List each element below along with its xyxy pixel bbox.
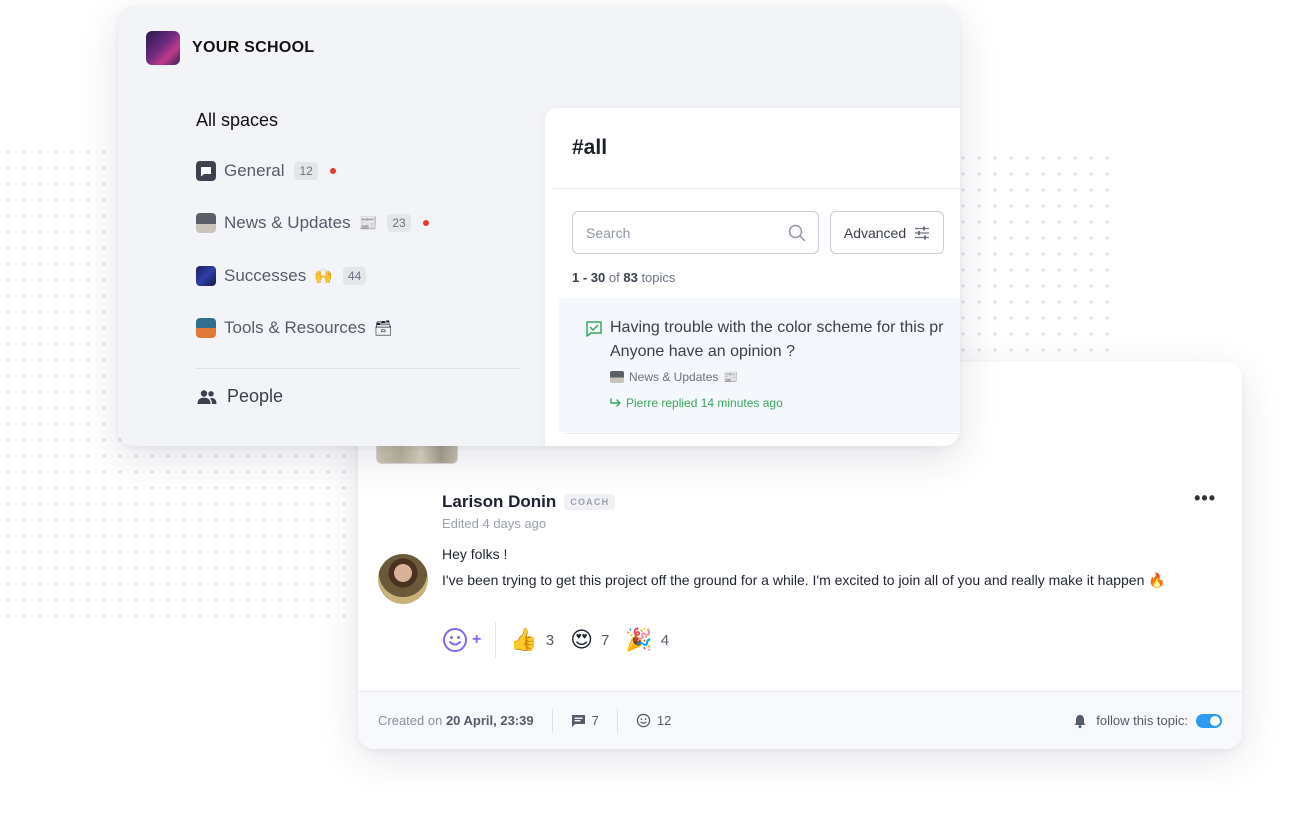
- range-of: of: [608, 270, 620, 285]
- book-icon: [196, 318, 216, 338]
- range-start: 1 - 30: [572, 270, 606, 285]
- bell-icon: [1074, 714, 1086, 728]
- sidebar-item-label: News & Updates: [224, 213, 351, 232]
- sidebar-item-label: Tools & Resources: [224, 318, 366, 337]
- role-badge: COACH: [564, 494, 616, 510]
- author-row: Larison Donin COACH: [442, 492, 616, 512]
- heart-eyes-emoji-icon: 😍: [570, 627, 594, 652]
- sidebar-item-label: People: [227, 386, 284, 406]
- avatar[interactable]: [378, 554, 428, 604]
- follow-topic: follow this topic:: [1072, 713, 1222, 729]
- sidebar-divider: [196, 368, 520, 369]
- author-name[interactable]: Larison Donin: [442, 492, 556, 512]
- reply-arrow-icon: [610, 398, 621, 407]
- comments-count: 7: [591, 713, 599, 728]
- community-window: YOUR SCHOOL All spaces General 12 News &…: [118, 6, 960, 446]
- plus-icon: +: [472, 631, 482, 648]
- topic-space-tag[interactable]: News & Updates 📰: [610, 370, 738, 384]
- topic-last-reply: Pierre replied 14 minutes ago: [610, 396, 783, 410]
- panel-divider: [553, 188, 960, 189]
- unread-indicator: [329, 168, 336, 174]
- search-icon: [788, 224, 806, 241]
- advanced-label: Advanced: [843, 224, 907, 241]
- edited-timestamp: Edited 4 days ago: [442, 516, 547, 531]
- smiley-icon: [443, 628, 467, 652]
- created-prefix: Created on: [378, 713, 443, 728]
- reaction-count: 4: [660, 631, 670, 649]
- reply-text: Pierre replied 14 minutes ago: [626, 396, 783, 410]
- sidebar-item-tools-resources[interactable]: Tools & Resources 🗃: [196, 318, 393, 338]
- follow-label: follow this topic:: [1096, 713, 1188, 728]
- party-popper-emoji-icon: 🎉: [625, 627, 653, 652]
- sidebar-item-label: Successes: [224, 266, 307, 285]
- reaction-party-popper[interactable]: 🎉 4: [625, 629, 669, 651]
- newspaper-emoji-icon: 📰: [358, 215, 378, 232]
- topic-title-line: Having trouble with the color scheme for…: [610, 319, 944, 336]
- reaction-thumbs-up[interactable]: 👍 3: [510, 629, 554, 651]
- space-count-badge: 12: [294, 162, 318, 180]
- topic-list-item[interactable]: Having trouble with the color scheme for…: [559, 298, 960, 432]
- topics-panel: #all Advanced 1 - 30: [545, 108, 960, 446]
- stage: Larison Donin COACH Edited 4 days ago ••…: [0, 0, 1309, 824]
- reactions-count-button[interactable]: 12: [636, 713, 671, 728]
- reaction-heart-eyes[interactable]: 😍 7: [570, 629, 609, 651]
- newspaper-emoji-icon: 📰: [723, 370, 739, 384]
- reactions-divider: [495, 622, 497, 658]
- thumbs-up-emoji-icon: 👍: [510, 627, 538, 652]
- topic-title[interactable]: Having trouble with the color scheme for…: [610, 316, 960, 364]
- sidebar-item-news-updates[interactable]: News & Updates 📰 23: [196, 213, 429, 233]
- range-total: 83: [623, 270, 638, 285]
- search-input[interactable]: [586, 224, 788, 241]
- card-box-emoji-icon: 🗃: [373, 320, 393, 337]
- chat-icon: [196, 161, 216, 181]
- post-greeting: Hey folks !: [442, 546, 508, 562]
- reaction-count: 7: [601, 631, 610, 649]
- check-chat-icon: [586, 321, 602, 337]
- all-spaces-link[interactable]: All spaces: [196, 110, 278, 131]
- post-body: I've been trying to get this project off…: [442, 572, 1166, 588]
- newspaper-icon: [610, 371, 624, 383]
- comment-icon: [571, 714, 585, 727]
- school-name[interactable]: YOUR SCHOOL: [192, 39, 314, 57]
- rocket-icon: [196, 266, 216, 286]
- unread-indicator: [422, 220, 429, 226]
- topic-title-line: Anyone have an opinion ?: [610, 343, 796, 360]
- range-suffix: topics: [641, 270, 676, 285]
- footer-divider: [616, 708, 618, 733]
- footer-divider: [551, 708, 553, 733]
- reactions-bar: + 👍 3 😍 7 🎉 4: [442, 622, 685, 658]
- reactions-count: 12: [656, 713, 672, 728]
- created-info: Created on 20 April, 23:39: [378, 713, 534, 728]
- row-divider: [565, 433, 960, 434]
- reaction-count: 3: [545, 631, 555, 649]
- newspaper-icon: [196, 213, 216, 233]
- people-icon: [197, 389, 217, 404]
- smiley-outline-icon: [636, 713, 651, 728]
- comments-count-button[interactable]: 7: [571, 713, 599, 728]
- topic-footer: Created on 20 April, 23:39 7 12 follow t…: [358, 691, 1242, 749]
- created-date: 20 April, 23:39: [445, 713, 534, 728]
- sidebar-item-label: General: [224, 161, 285, 180]
- follow-toggle[interactable]: [1196, 713, 1222, 728]
- channel-title: #all: [572, 136, 608, 159]
- topic-space-label: News & Updates: [629, 370, 719, 384]
- sidebar-item-people[interactable]: People: [196, 386, 283, 407]
- advanced-filter-button[interactable]: Advanced: [830, 211, 944, 254]
- raising-hands-emoji-icon: 🙌: [314, 268, 333, 285]
- school-logo[interactable]: [146, 31, 180, 65]
- sidebar-item-successes[interactable]: Successes 🙌 44: [196, 266, 367, 286]
- search-field[interactable]: [572, 211, 819, 254]
- dotted-pattern-right: [955, 150, 1120, 365]
- add-reaction-button[interactable]: +: [442, 627, 495, 653]
- sidebar-item-general[interactable]: General 12: [196, 161, 336, 181]
- more-options-icon[interactable]: •••: [1194, 488, 1216, 509]
- topics-range: 1 - 30 of 83 topics: [572, 270, 675, 285]
- space-count-badge: 23: [387, 214, 411, 232]
- space-count-badge: 44: [342, 267, 367, 285]
- sliders-icon: [915, 226, 930, 239]
